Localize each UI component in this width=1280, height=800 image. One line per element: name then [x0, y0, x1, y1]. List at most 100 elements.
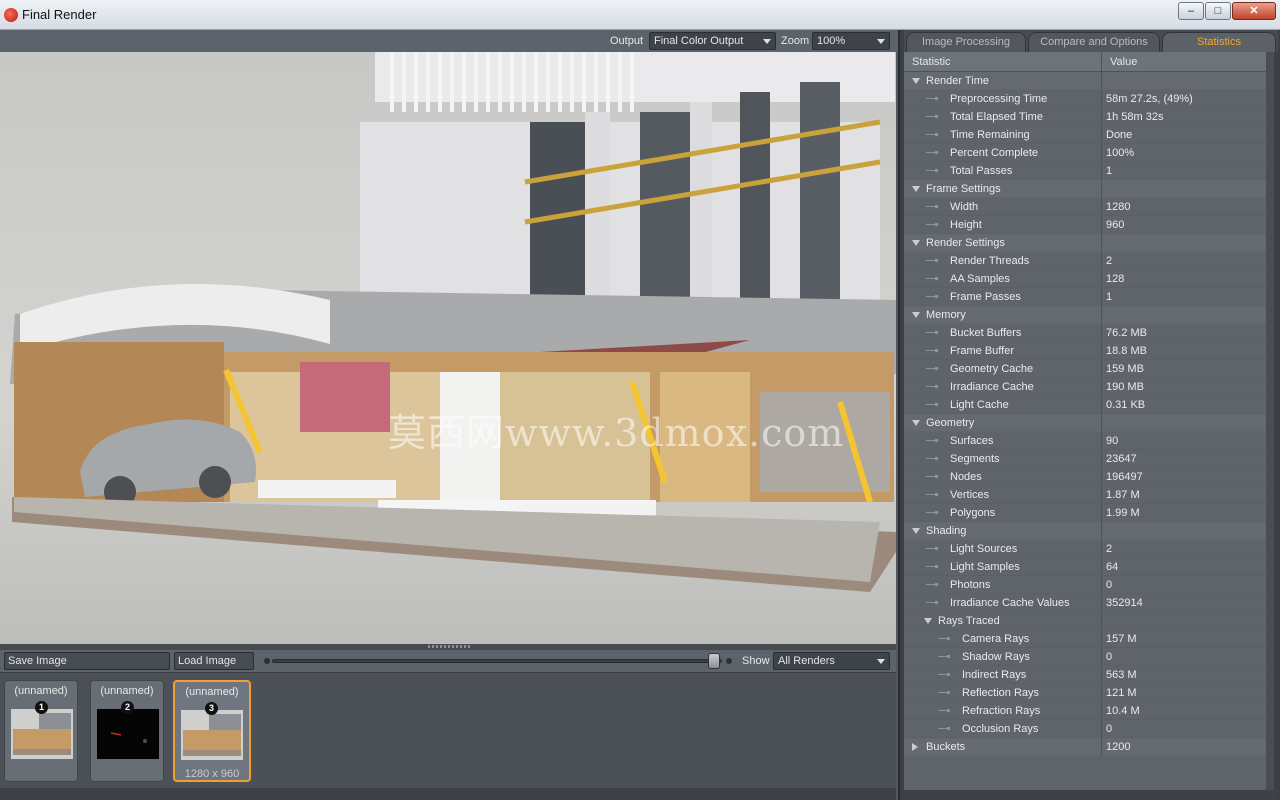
statistic-name: Buckets [904, 738, 1102, 755]
scrollbar[interactable] [1266, 52, 1274, 790]
statistic-value: 18.8 MB [1106, 345, 1147, 357]
table-row[interactable]: Surfaces 90 [904, 432, 1266, 450]
table-row[interactable]: Memory [904, 306, 1266, 324]
table-row[interactable]: Frame Buffer 18.8 MB [904, 342, 1266, 360]
tree-connector-icon [938, 673, 950, 676]
table-row[interactable]: Segments 23647 [904, 450, 1266, 468]
minimize-button[interactable]: – [1178, 2, 1204, 20]
statistic-value: 1280 [1106, 201, 1131, 213]
collapse-arrow-icon[interactable] [924, 618, 932, 624]
statistic-value: 157 M [1106, 633, 1137, 645]
table-row[interactable]: AA Samples 128 [904, 270, 1266, 288]
table-row[interactable]: Percent Complete 100% [904, 144, 1266, 162]
table-row[interactable]: Irradiance Cache Values 352914 [904, 594, 1266, 612]
statistic-value: 1.99 M [1106, 507, 1140, 519]
statistic-value [1102, 234, 1110, 251]
collapse-arrow-icon[interactable] [912, 312, 920, 318]
table-row[interactable]: Total Elapsed Time 1h 58m 32s [904, 108, 1266, 126]
statistic-name: Width [904, 198, 1102, 215]
column-header-statistic[interactable]: Statistic [904, 52, 1102, 71]
table-row[interactable]: Frame Passes 1 [904, 288, 1266, 306]
statistic-label: Shadow Rays [962, 651, 1030, 663]
statistic-label: Light Sources [950, 543, 1018, 555]
statistic-value: 1 [1106, 291, 1113, 303]
table-row[interactable]: Geometry [904, 414, 1266, 432]
statistic-name: Shadow Rays [904, 648, 1102, 665]
render-thumbnail-2[interactable]: (unnamed) 2 [90, 680, 164, 782]
table-row[interactable]: Total Passes 1 [904, 162, 1266, 180]
table-row[interactable]: Shading [904, 522, 1266, 540]
statistic-label: Geometry Cache [950, 363, 1034, 375]
show-dropdown[interactable]: All Renders [773, 652, 890, 670]
statistic-label: Render Settings [926, 237, 1005, 249]
statistic-label: Preprocessing Time [950, 93, 1048, 105]
thumbnail-size: 1280 x 960 [184, 768, 240, 780]
table-row[interactable]: Geometry Cache 159 MB [904, 360, 1266, 378]
statistic-label: Segments [950, 453, 1000, 465]
table-row[interactable]: Vertices 1.87 M [904, 486, 1266, 504]
tab-compare-options[interactable]: Compare and Options [1028, 32, 1160, 52]
tree-connector-icon [938, 727, 950, 730]
statistic-value: 1200 [1106, 741, 1131, 753]
collapse-arrow-icon[interactable] [912, 240, 920, 246]
table-row[interactable]: Time Remaining Done [904, 126, 1266, 144]
table-row[interactable]: Light Samples 64 [904, 558, 1266, 576]
table-row[interactable]: Camera Rays 157 M [904, 630, 1266, 648]
table-row[interactable]: Render Threads 2 [904, 252, 1266, 270]
statistic-value [1102, 72, 1110, 89]
save-image-button[interactable]: Save Image [4, 652, 170, 670]
table-row[interactable]: Bucket Buffers 76.2 MB [904, 324, 1266, 342]
render-thumbnail-1[interactable]: (unnamed) 1 [4, 680, 78, 782]
table-row[interactable]: Light Cache 0.31 KB [904, 396, 1266, 414]
table-row[interactable]: Render Time [904, 72, 1266, 90]
expand-arrow-icon[interactable] [912, 743, 918, 751]
table-row[interactable]: Render Settings [904, 234, 1266, 252]
table-row[interactable]: Refraction Rays 10.4 M [904, 702, 1266, 720]
table-row[interactable]: Nodes 196497 [904, 468, 1266, 486]
statistic-name: Height [904, 216, 1102, 233]
statistic-label: Bucket Buffers [950, 327, 1022, 339]
thumbnail-image [97, 709, 159, 759]
statistic-label: Photons [950, 579, 991, 591]
load-image-button[interactable]: Load Image [174, 652, 254, 670]
render-thumbnail-3[interactable]: (unnamed) 3 1280 x 960 [173, 680, 251, 782]
table-row[interactable]: Light Sources 2 [904, 540, 1266, 558]
statistic-value [1102, 180, 1110, 197]
table-row[interactable]: Polygons 1.99 M [904, 504, 1266, 522]
table-row[interactable]: Frame Settings [904, 180, 1266, 198]
grip-icon[interactable] [428, 645, 470, 648]
statistic-label: Render Time [926, 75, 989, 87]
statistic-name: Frame Passes [904, 288, 1102, 305]
table-row[interactable]: Width 1280 [904, 198, 1266, 216]
statistic-value [1102, 612, 1110, 629]
statistic-label: Geometry [926, 417, 975, 429]
output-dropdown[interactable]: Final Color Output [649, 32, 776, 50]
statistic-label: Buckets [926, 741, 966, 753]
collapse-arrow-icon[interactable] [912, 528, 920, 534]
collapse-arrow-icon[interactable] [912, 78, 920, 84]
tab-statistics[interactable]: Statistics [1162, 32, 1276, 52]
collapse-arrow-icon[interactable] [912, 186, 920, 192]
render-viewport[interactable]: 莫西网www.3dmox.com [0, 52, 896, 644]
column-header-value[interactable]: Value [1102, 52, 1145, 71]
zoom-dropdown[interactable]: 100% [812, 32, 890, 50]
table-row[interactable]: Rays Traced [904, 612, 1266, 630]
render-slider-handle[interactable] [708, 653, 720, 669]
table-row[interactable]: Height 960 [904, 216, 1266, 234]
table-row[interactable]: Preprocessing Time 58m 27.2s, (49%) [904, 90, 1266, 108]
table-row[interactable]: Reflection Rays 121 M [904, 684, 1266, 702]
statistic-name: Render Threads [904, 252, 1102, 269]
tab-image-processing[interactable]: Image Processing [906, 32, 1026, 52]
close-button[interactable]: ✕ [1232, 2, 1276, 20]
table-row[interactable]: Indirect Rays 563 M [904, 666, 1266, 684]
footer-bar [904, 790, 1278, 800]
render-slider-track[interactable] [272, 659, 722, 663]
table-row[interactable]: Photons 0 [904, 576, 1266, 594]
maximize-button[interactable]: □ [1205, 2, 1231, 20]
table-row[interactable]: Occlusion Rays 0 [904, 720, 1266, 738]
table-row[interactable]: Shadow Rays 0 [904, 648, 1266, 666]
collapse-arrow-icon[interactable] [912, 420, 920, 426]
table-row[interactable]: Buckets 1200 [904, 738, 1266, 756]
table-row[interactable]: Irradiance Cache 190 MB [904, 378, 1266, 396]
statistic-label: Total Passes [950, 165, 1013, 177]
